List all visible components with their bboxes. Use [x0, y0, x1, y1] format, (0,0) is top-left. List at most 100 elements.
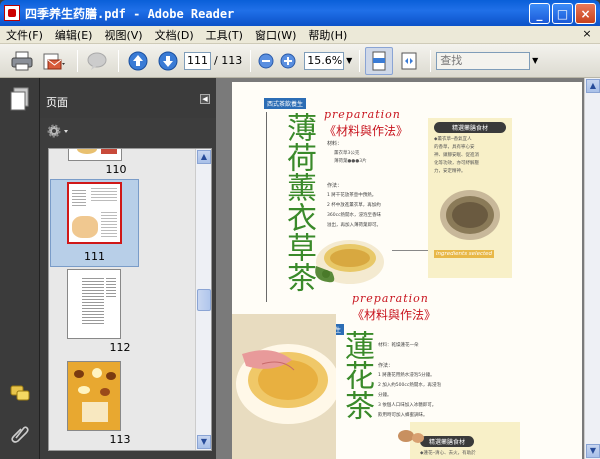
- section1-english-heading: preparation: [324, 108, 401, 121]
- menu-edit[interactable]: 编辑(E): [49, 27, 99, 43]
- attachments-panel-button[interactable]: [10, 423, 30, 443]
- thumbnail-item[interactable]: 110: [49, 149, 195, 177]
- ingredient-caption: ingredients selected: [434, 250, 495, 258]
- thumbnail-scrollbar[interactable]: ▲ ▼: [195, 149, 211, 450]
- zoom-dropdown-arrow[interactable]: ▼: [344, 52, 354, 70]
- menu-document[interactable]: 文档(D): [149, 27, 200, 43]
- comments-panel-button[interactable]: [10, 385, 30, 403]
- dried-herb-photo: [438, 188, 502, 242]
- section1-step: 2 杯中放進薰衣草，再加約: [327, 203, 381, 208]
- ingredient-box-title: 精選藥膳食材: [434, 122, 506, 133]
- options-button[interactable]: [46, 123, 72, 141]
- pdf-file-icon: [4, 5, 20, 21]
- toolbar: 111 / 113 15.6% ▼ 查找 ▼: [0, 44, 600, 78]
- document-scrollbar[interactable]: ▲ ▼: [584, 78, 600, 459]
- fit-page-button[interactable]: [365, 46, 394, 75]
- section2-step: 飲用時可加入蜂蜜調味。: [378, 413, 428, 418]
- zoom-input[interactable]: 15.6%: [304, 51, 345, 70]
- document-view[interactable]: 西式茶飲養生 薄荷薰衣草茶 preparation 《材料與作法》 材料： 薰衣…: [216, 78, 600, 459]
- comments-icon: [10, 385, 30, 401]
- toolbar-separator: [118, 49, 119, 72]
- pages-panel-button[interactable]: [8, 86, 32, 114]
- thumbnail-item[interactable]: 112: [49, 269, 195, 357]
- close-button[interactable]: ×: [575, 3, 596, 24]
- envelope-icon: [43, 53, 65, 69]
- section1-step: 360cc熱開水，浸泡至香味: [327, 213, 382, 218]
- minimize-button[interactable]: _: [529, 3, 550, 24]
- fit-width-icon: [401, 52, 417, 69]
- window-controls: _ □ ×: [529, 3, 596, 24]
- toolbar-separator: [77, 49, 78, 72]
- section2-chinese-heading: 《材料與作法》: [352, 308, 437, 322]
- toolbar-separator: [430, 49, 432, 72]
- scroll-up-arrow[interactable]: ▲: [586, 79, 600, 93]
- pages-icon: [10, 87, 29, 111]
- comment-button[interactable]: [83, 47, 111, 75]
- menu-file[interactable]: 文件(F): [0, 27, 49, 43]
- scroll-thumb[interactable]: [197, 289, 211, 311]
- section1-step: 溢出，再加入薄荷葉即可。: [327, 223, 381, 228]
- category-tag: 西式茶飲養生: [264, 98, 307, 109]
- thumbnail-label: 112: [109, 341, 131, 354]
- pages-panel-title: 页面: [46, 96, 68, 109]
- scroll-down-arrow[interactable]: ▼: [197, 435, 211, 449]
- ingredient-line: ◆薰衣草─香氣宜人: [434, 137, 472, 142]
- fit-width-button[interactable]: [395, 47, 423, 75]
- thumbnail-list: 110 111 112 113 ▲ ▼: [48, 148, 212, 451]
- pdf-page: 西式茶飲養生 薄荷薰衣草茶 preparation 《材料與作法》 材料： 薰衣…: [232, 82, 582, 459]
- ingredient-line: 力，安定精神。: [434, 169, 466, 174]
- arrow-up-icon: [128, 51, 148, 70]
- thumbnail-item-selected[interactable]: 111: [50, 179, 139, 267]
- previous-page-button[interactable]: [124, 47, 152, 75]
- divider-line: [266, 112, 267, 302]
- menu-window[interactable]: 窗口(W): [249, 27, 302, 43]
- section2-english-heading: preparation: [352, 292, 429, 305]
- lotus-seed-photo: [396, 426, 426, 446]
- herb-tea-photo: [308, 232, 388, 288]
- speech-bubble-icon: [87, 52, 107, 70]
- zoom-in-button[interactable]: [278, 47, 298, 75]
- thumbnail-item[interactable]: 113: [49, 359, 195, 449]
- thumbnail-page: [67, 182, 122, 244]
- menu-tools[interactable]: 工具(T): [200, 27, 249, 43]
- pages-panel-header: 页面 ◀: [40, 78, 216, 118]
- section2-step: 2 加入約500cc熱開水，再浸泡: [378, 383, 441, 388]
- section2-step: 分鐘。: [378, 393, 392, 398]
- ingredient-line: 神、鎮靜安眠、促進消: [434, 153, 479, 158]
- arrow-down-icon: [158, 51, 178, 70]
- navigation-strip: [0, 78, 40, 459]
- section1-method-label: 作法：: [327, 183, 343, 189]
- title-bar: 四季养生药膳.pdf - Adobe Reader _ □ ×: [0, 0, 600, 26]
- menu-help[interactable]: 帮助(H): [302, 27, 353, 43]
- panel-collapse-button[interactable]: ◀: [200, 94, 210, 104]
- ingredient-box-title: 精選藥膳食材: [420, 436, 474, 447]
- section2-method-label: 作法：: [378, 363, 394, 369]
- menu-view[interactable]: 视图(V): [98, 27, 148, 43]
- thumbnail-page: [67, 269, 121, 339]
- recipe-title-2: 蓮花茶: [339, 330, 374, 420]
- print-button[interactable]: [8, 47, 36, 75]
- paperclip-icon: [11, 426, 29, 443]
- scroll-down-arrow[interactable]: ▼: [586, 444, 600, 458]
- scroll-up-arrow[interactable]: ▲: [197, 150, 211, 164]
- section1-material-item: 薄荷葉●●●3片: [334, 159, 367, 164]
- find-dropdown-arrow[interactable]: ▼: [530, 52, 540, 70]
- fit-page-icon: [372, 51, 386, 70]
- ingredient-line: ◆蓮花─清心、去火，有助於: [420, 451, 476, 456]
- page-number-input[interactable]: 111: [184, 51, 211, 70]
- zoom-out-button[interactable]: [256, 47, 276, 75]
- toolbar-separator: [250, 49, 252, 72]
- section1-material-label: 材料：: [327, 141, 343, 147]
- next-page-button[interactable]: [154, 47, 182, 75]
- ingredient-box-1: 精選藥膳食材 ◆薰衣草─香氣宜人 的香草，具有寧心安 神、鎮靜安眠、促進消 化等…: [428, 118, 512, 278]
- email-button[interactable]: [38, 47, 70, 75]
- section2-step: 1 將蓮花用熱水浸泡5分鐘。: [378, 373, 435, 378]
- thumbnail-label: 113: [109, 433, 131, 446]
- find-input[interactable]: 查找: [436, 51, 531, 70]
- section2-step: 3 依個人口味加入冰糖即可。: [378, 403, 437, 408]
- plus-circle-icon: [280, 53, 296, 68]
- thumbnail-page: [67, 361, 121, 431]
- section2-material: 材料：乾燥蓮花一朵: [378, 343, 419, 348]
- maximize-button[interactable]: □: [552, 3, 573, 24]
- document-close-button[interactable]: ×: [580, 27, 594, 41]
